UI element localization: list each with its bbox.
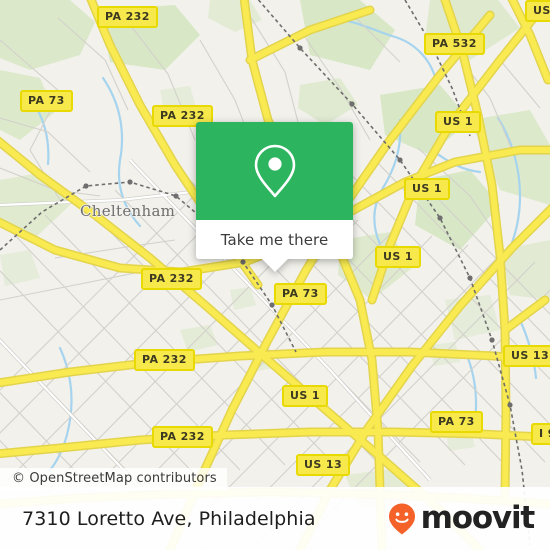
moovit-smiley-pin-icon xyxy=(388,503,415,534)
moovit-brand[interactable]: moovit xyxy=(387,500,536,536)
road-shield[interactable]: US 13 xyxy=(503,345,550,367)
callout-icon-panel xyxy=(196,122,353,220)
road-shield[interactable]: PA 532 xyxy=(424,33,485,55)
road-shield[interactable]: PA 232 xyxy=(97,6,158,28)
road-shield[interactable]: US 1 xyxy=(435,111,481,133)
road-shield[interactable]: US 1 xyxy=(375,246,421,268)
place-label-cheltenham: Cheltenham xyxy=(80,202,176,220)
road-shield[interactable]: PA 73 xyxy=(430,411,483,433)
take-me-there-label: Take me there xyxy=(220,230,329,249)
moovit-wordmark: moovit xyxy=(420,500,536,536)
bottom-info-bar: 7310 Loretto Ave, Philadelphia moovit xyxy=(0,487,550,550)
callout-action-panel[interactable]: Take me there xyxy=(196,220,353,259)
callout-pointer xyxy=(260,258,289,272)
location-callout-card[interactable]: Take me there xyxy=(196,122,353,272)
road-shield[interactable]: PA 232 xyxy=(152,426,213,448)
road-shield[interactable]: PA 232 xyxy=(141,268,202,290)
road-shield[interactable]: US 1 xyxy=(282,385,328,407)
map-screenshot: Cheltenham PA 232 PA 532 US PA 73 PA 232… xyxy=(0,0,550,550)
road-shield[interactable]: I 9 xyxy=(531,423,550,445)
road-shield[interactable]: US 1 xyxy=(404,178,450,200)
road-shield[interactable]: PA 73 xyxy=(274,283,327,305)
road-shield[interactable]: PA 73 xyxy=(20,90,73,112)
address-label: 7310 Loretto Ave, Philadelphia xyxy=(22,507,316,530)
map-pin-icon xyxy=(254,144,295,198)
road-shield[interactable]: US 13 xyxy=(296,454,350,476)
road-shield[interactable]: US xyxy=(525,0,550,22)
road-shield[interactable]: PA 232 xyxy=(134,349,195,371)
